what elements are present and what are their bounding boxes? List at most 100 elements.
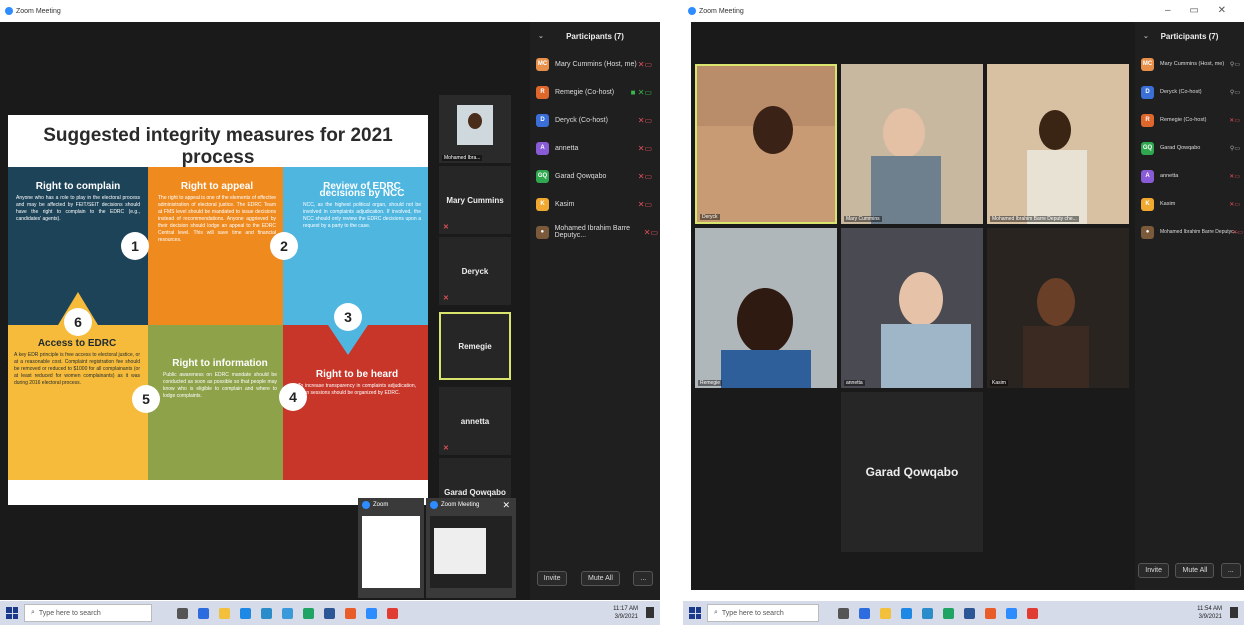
number-1: 1 — [121, 232, 149, 260]
firefox-icon[interactable] — [345, 607, 356, 619]
muted-mic-icon[interactable]: ✕▭ — [638, 172, 652, 181]
zoom-taskbar-icon[interactable] — [1006, 607, 1017, 619]
mic-icon[interactable]: ⚲▭ — [1230, 61, 1240, 68]
quadrant-1: Right to complain Anyone who has a role … — [16, 182, 140, 223]
gallery-tile[interactable]: annetta ✕ — [439, 387, 511, 455]
participant-name: Kasim — [1160, 201, 1176, 207]
video-tile[interactable]: Kasim — [987, 228, 1129, 388]
app-icon[interactable] — [282, 607, 293, 619]
video-tile-no-video[interactable]: Garad Qowqabo — [841, 392, 983, 552]
avatar: R — [536, 85, 549, 99]
participant-row[interactable]: MC Mary Cummins (Host, me) ⚲▭ — [1135, 50, 1244, 78]
participant-row[interactable]: ● Mohamed Ibrahim Barre Deputyc... ✕▭ — [1135, 218, 1244, 246]
file-explorer-icon[interactable] — [880, 607, 891, 619]
taskbar-clock[interactable]: 11:54 AM 3/9/2021 — [1197, 605, 1222, 621]
participant-row[interactable]: GQ Garad Qowqabo ✕▭ — [530, 162, 660, 190]
participant-face — [899, 272, 943, 326]
task-view-icon[interactable] — [838, 607, 849, 619]
app-icon[interactable] — [303, 607, 314, 619]
muted-mic-icon[interactable]: ✕▭ — [644, 228, 658, 237]
muted-mic-icon[interactable]: ✕▭ — [638, 144, 652, 153]
invite-button[interactable]: Invite — [1138, 563, 1169, 578]
word-icon[interactable] — [964, 607, 975, 619]
app-icon[interactable] — [198, 607, 209, 619]
muted-mic-icon[interactable]: ✕▭ — [1232, 229, 1243, 236]
participant-face — [468, 113, 482, 129]
windows-start-icon[interactable] — [6, 607, 18, 619]
mic-icon[interactable]: ⚲▭ — [1230, 145, 1240, 152]
windows-start-icon[interactable] — [689, 607, 701, 619]
app-icon[interactable] — [1027, 607, 1038, 619]
video-tile[interactable]: annetta — [841, 228, 983, 388]
participant-row[interactable]: R Remegie (Co-host) ✕▭ — [1135, 106, 1244, 134]
file-explorer-icon[interactable] — [219, 607, 230, 619]
invite-button[interactable]: Invite — [536, 571, 568, 586]
task-view-icon[interactable] — [177, 607, 188, 619]
taskbar-preview-zoom-meeting[interactable]: Zoom Meeting ✕ — [426, 498, 516, 598]
preview-thumbnail — [430, 516, 512, 588]
preview-thumbnail — [362, 516, 420, 588]
video-tile-active-speaker[interactable]: Deryck — [695, 64, 837, 224]
participant-row[interactable]: R Remegie (Co-host) ■ ✕▭ — [530, 78, 660, 106]
app-icon[interactable] — [943, 607, 954, 619]
taskbar-search[interactable]: ⌕ Type here to search — [707, 604, 819, 622]
muted-mic-icon[interactable]: ✕▭ — [638, 116, 652, 125]
chevron-down-icon[interactable]: ⌄ — [538, 32, 544, 40]
taskbar-clock[interactable]: 11:17 AM 3/9/2021 — [613, 605, 638, 621]
zoom-logo-icon — [362, 501, 370, 509]
more-button[interactable]: ... — [633, 571, 654, 586]
participant-row[interactable]: D Deryck (Co-host) ✕▭ — [530, 106, 660, 134]
participant-row[interactable]: MC Mary Cummins (Host, me) ✕▭ — [530, 50, 660, 78]
mute-all-button[interactable]: Mute All — [1175, 563, 1215, 578]
video-tile[interactable]: Mohamed Ibrahim Barre Deputy che... — [987, 64, 1129, 224]
gallery-tile[interactable]: Deryck ✕ — [439, 237, 511, 305]
participant-row[interactable]: K Kasim ✕▭ — [1135, 190, 1244, 218]
edge-icon[interactable] — [901, 607, 912, 619]
participant-face — [1039, 110, 1071, 150]
edge-icon[interactable] — [240, 607, 251, 619]
app-icon[interactable] — [387, 607, 398, 619]
muted-mic-icon: ✕ — [443, 295, 449, 302]
taskbar-preview-zoom[interactable]: Zoom — [358, 498, 424, 598]
participants-header: Participants (7) — [1160, 31, 1219, 41]
taskbar-search[interactable]: ⌕ Type here to search — [24, 604, 152, 622]
notification-icon[interactable] — [1230, 607, 1238, 618]
gallery-tile[interactable]: Mary Cummins ✕ — [439, 166, 511, 234]
clock-time: 11:54 AM — [1197, 606, 1222, 612]
app-icon[interactable] — [261, 607, 272, 619]
zoom-taskbar-icon[interactable] — [366, 607, 377, 619]
window-controls[interactable]: – ▭ ✕ — [1165, 5, 1234, 16]
video-tile[interactable]: Remegie — [695, 228, 837, 388]
muted-mic-icon[interactable]: ✕▭ — [1229, 173, 1240, 180]
more-button[interactable]: ... — [1220, 563, 1241, 578]
participant-row[interactable]: GQ Garad Qowqabo ⚲▭ — [1135, 134, 1244, 162]
close-icon[interactable]: ✕ — [502, 500, 510, 511]
quadrant-5-body: Public awareness on EDRC mandate should … — [163, 372, 277, 399]
chevron-down-icon[interactable]: ⌄ — [1143, 32, 1149, 40]
word-icon[interactable] — [324, 607, 335, 619]
participant-row[interactable]: Aannetta ✕▭ — [1135, 162, 1244, 190]
participant-name: Remegie (Co-host) — [555, 88, 615, 96]
notification-icon[interactable] — [646, 607, 654, 618]
participant-row[interactable]: K Kasim ✕▭ — [530, 190, 660, 218]
participant-name: Mary Cummins (Host, me) — [555, 60, 637, 68]
firefox-icon[interactable] — [985, 607, 996, 619]
muted-mic-icon[interactable]: ✕▭ — [638, 200, 652, 209]
mic-icon[interactable]: ⚲▭ — [1230, 89, 1240, 96]
participant-row[interactable]: Aannetta ✕▭ — [530, 134, 660, 162]
app-icon[interactable] — [922, 607, 933, 619]
quadrant-6-title: Access to EDRC — [37, 338, 117, 349]
gallery-tile-active-speaker[interactable]: Remegie — [439, 312, 511, 380]
clock-time: 11:17 AM — [613, 606, 638, 612]
sharing-icon[interactable]: ■ ✕▭ — [631, 88, 652, 97]
mute-all-button[interactable]: Mute All — [580, 571, 620, 586]
participant-row[interactable]: ● Mohamed Ibrahim Barre Deputyc... ✕▭ — [530, 218, 660, 246]
muted-mic-icon[interactable]: ✕▭ — [1229, 117, 1240, 124]
participant-row[interactable]: D Deryck (Co-host) ⚲▭ — [1135, 78, 1244, 106]
gallery-tile-video[interactable]: Mohamed Ibra... — [439, 95, 511, 163]
title-bar: Zoom Meeting – ▭ ✕ — [683, 0, 1244, 22]
muted-mic-icon[interactable]: ✕▭ — [1229, 201, 1240, 208]
muted-mic-icon[interactable]: ✕▭ — [638, 60, 652, 69]
app-icon[interactable] — [859, 607, 870, 619]
video-tile[interactable]: Mary Cummins — [841, 64, 983, 224]
